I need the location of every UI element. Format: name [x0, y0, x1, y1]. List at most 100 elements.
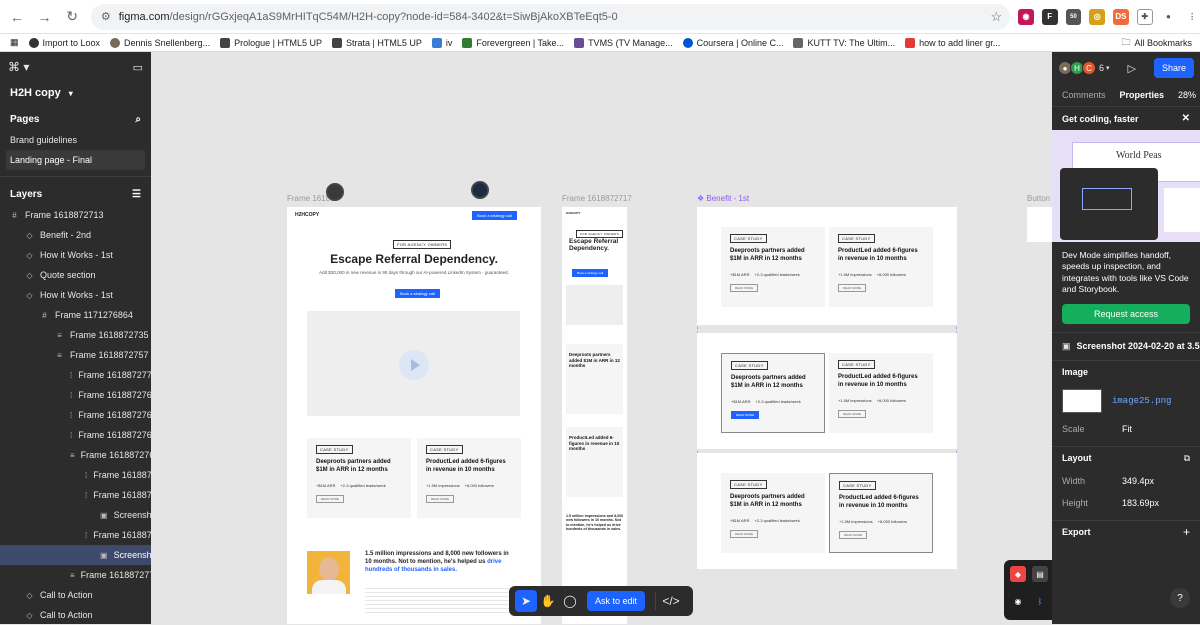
chevron-down-icon[interactable]: ▾ — [1106, 64, 1110, 72]
mobile-case-card[interactable]: Deeproots partners added $1M in ARR in 1… — [566, 344, 623, 414]
layer-item[interactable]: ⁞ Frame 161887278 — [0, 485, 151, 505]
help-icon[interactable]: ? — [1170, 588, 1190, 608]
move-tool-icon[interactable]: ➤ — [515, 590, 537, 612]
height-row[interactable]: Height 183.69px — [1052, 492, 1200, 514]
case-study-card[interactable]: CASE STUDY Deeproots partners added $1M … — [307, 438, 411, 518]
page-brand-guidelines[interactable]: Brand guidelines — [0, 130, 151, 150]
bookmark-star-icon[interactable]: ☆ — [990, 9, 1002, 25]
mobile-video-placeholder[interactable] — [566, 285, 623, 325]
button-frame[interactable] — [1027, 207, 1052, 242]
app-tray-icon[interactable]: ◆ — [1010, 566, 1026, 582]
landing-artboard[interactable]: H2HCOPY Book a strategy call FOR AGENCY … — [287, 207, 541, 624]
case-study-card[interactable]: CASE STUDY Deeproots partners added $1M … — [721, 353, 825, 433]
benefit-row[interactable]: CASE STUDY Deeproots partners added $1M … — [697, 333, 957, 449]
layer-item[interactable]: ≡ Frame 1618872767 — [0, 445, 151, 465]
bookmark-item[interactable]: Import to Loox — [28, 37, 100, 48]
video-placeholder[interactable] — [307, 311, 520, 416]
layer-item[interactable]: ◇ Call to Action — [0, 605, 151, 625]
design-canvas[interactable]: Frame 16188 Frame 1618872717 ❖ Benefit -… — [151, 52, 1052, 624]
image-thumbnail[interactable] — [1062, 388, 1102, 413]
bookmark-item[interactable]: KUTT TV: The Ultim... — [793, 37, 895, 48]
read-more-button[interactable]: READ MORE — [730, 284, 759, 292]
layer-item[interactable]: ≡ Frame 1618872735 — [0, 325, 151, 345]
toggle-sidebar-icon[interactable]: ▭ — [133, 61, 143, 74]
layer-item[interactable]: ◇ Benefit - 2nd — [0, 225, 151, 245]
case-study-card[interactable]: CASE STUDY ProductLed added 6-figures in… — [417, 438, 521, 518]
extension-icon[interactable]: DS — [1113, 8, 1129, 25]
apps-grid-icon[interactable]: ▦ — [10, 37, 19, 48]
case-study-card[interactable]: CASE STUDY ProductLed added 6-figures in… — [829, 473, 933, 553]
case-study-card[interactable]: CASE STUDY Deeproots partners added $1M … — [721, 227, 825, 307]
file-name[interactable]: H2H copy ▾ — [0, 82, 151, 104]
mobile-artboard[interactable]: H2HCOPY FOR AGENCY OWNERS Escape Referra… — [562, 207, 627, 624]
width-row[interactable]: Width 349.4px — [1052, 470, 1200, 492]
layer-item[interactable]: ◇ How it Works - 1st — [0, 245, 151, 265]
read-more-button[interactable]: READ MORE — [839, 531, 868, 539]
hand-tool-icon[interactable]: ✋ — [537, 590, 559, 612]
comment-tool-icon[interactable]: ◯ — [559, 590, 581, 612]
app-tray-icon[interactable]: ▤ — [1032, 566, 1048, 582]
bluetooth-icon[interactable]: ᛒ — [1032, 593, 1048, 609]
layer-item[interactable]: ≡ Frame 1618872757 — [0, 345, 151, 365]
close-icon[interactable]: ✕ — [1182, 113, 1190, 124]
add-export-icon[interactable]: + — [1183, 525, 1190, 539]
selection-row[interactable]: ▣ Screenshot 2024-02-20 at 3.59.50 P — [1052, 331, 1200, 360]
play-button-icon[interactable] — [399, 350, 429, 380]
mobile-case-card[interactable]: ProductLed added 6-figures in revenue in… — [566, 427, 623, 497]
zoom-level[interactable]: 28% — [1178, 90, 1196, 100]
request-access-button[interactable]: Request access — [1062, 303, 1190, 324]
chrome-icon[interactable]: ◉ — [1010, 593, 1026, 609]
hero-cta-button[interactable]: Book a strategy call — [395, 289, 440, 298]
address-bar[interactable]: ⚙ figma.com/design/rGGxjeqA1aS9MrHITqC54… — [90, 3, 1011, 30]
tab-properties[interactable]: Properties — [1120, 90, 1165, 100]
layer-item[interactable]: ⁞ Frame 161887278 — [0, 525, 151, 545]
menu-icon[interactable]: ⋮ — [1184, 8, 1200, 25]
extensions-puzzle-icon[interactable]: ✚ — [1136, 8, 1153, 25]
bookmark-item[interactable]: Coursera | Online C... — [682, 37, 783, 48]
extension-icon[interactable]: ◎ — [1089, 8, 1106, 25]
forward-icon[interactable]: → — [34, 6, 56, 28]
extension-icon[interactable]: ◉ — [1018, 8, 1034, 25]
image-fill-row[interactable]: image25.png — [1052, 384, 1200, 418]
user-count[interactable]: 6 — [1099, 63, 1104, 73]
read-more-button[interactable]: READ MORE — [426, 495, 455, 503]
layer-item[interactable]: # Frame 1618872713 — [0, 205, 151, 225]
avatar[interactable]: C — [1082, 61, 1096, 75]
layer-item[interactable]: ⁞ Frame 1618872768 — [0, 405, 151, 425]
layer-item[interactable]: # Frame 1171276864 — [0, 305, 151, 325]
bookmark-item[interactable]: Prologue | HTML5 UP — [220, 37, 322, 48]
bookmark-item[interactable]: how to add liner gr... — [905, 37, 1000, 48]
reload-icon[interactable]: ↻ — [61, 6, 83, 28]
extension-icon[interactable]: F — [1041, 8, 1058, 25]
case-study-card[interactable]: CASE STUDY Deeproots partners added $1M … — [721, 473, 825, 553]
present-play-icon[interactable]: ▷ — [1128, 62, 1136, 75]
case-study-card[interactable]: CASE STUDY ProductLed added 6-figures in… — [829, 227, 933, 307]
figma-menu-icon[interactable]: ⌘ ▾ — [8, 60, 29, 74]
read-more-button[interactable]: READ MORE — [730, 530, 759, 538]
tab-comments[interactable]: Comments — [1062, 90, 1106, 100]
layer-item[interactable]: ⁞ Frame 1618872769 — [0, 425, 151, 445]
nav-cta-button[interactable]: Book a strategy call — [472, 211, 517, 220]
search-icon[interactable]: ⌕ — [135, 114, 141, 125]
dev-mode-icon[interactable]: </> — [660, 590, 682, 612]
share-button[interactable]: Share — [1153, 58, 1194, 78]
bookmark-item[interactable]: iv — [431, 37, 452, 48]
component-label[interactable]: ❖ Benefit - 1st — [697, 194, 749, 203]
read-more-button[interactable]: READ MORE — [731, 411, 760, 419]
benefit-row[interactable]: CASE STUDY Deeproots partners added $1M … — [697, 207, 957, 325]
layer-item[interactable]: ▣ Screenshot — [0, 505, 151, 525]
frame-label[interactable]: Frame 1618872717 — [562, 194, 632, 203]
layer-item[interactable]: ⁞ Frame 1618872765 — [0, 385, 151, 405]
scale-row[interactable]: Scale Fit — [1052, 418, 1200, 440]
layer-item[interactable]: ▣ Screenshot — [0, 545, 151, 565]
benefit-row[interactable]: CASE STUDY Deeproots partners added $1M … — [697, 453, 957, 569]
layer-item[interactable]: ◇ Call to Action — [0, 585, 151, 605]
bookmark-item[interactable]: TVMS (TV Manage... — [574, 37, 673, 48]
layer-item[interactable]: ⁞ Frame 161887278 — [0, 465, 151, 485]
site-info-icon[interactable]: ⚙ — [101, 10, 111, 23]
back-icon[interactable]: ← — [6, 6, 28, 28]
copy-icon[interactable]: ⧉ — [1184, 453, 1190, 464]
page-landing-final[interactable]: Landing page - Final — [6, 150, 145, 170]
collapse-layers-icon[interactable]: ☰ — [132, 189, 141, 200]
read-more-button[interactable]: READ MORE — [838, 284, 867, 292]
